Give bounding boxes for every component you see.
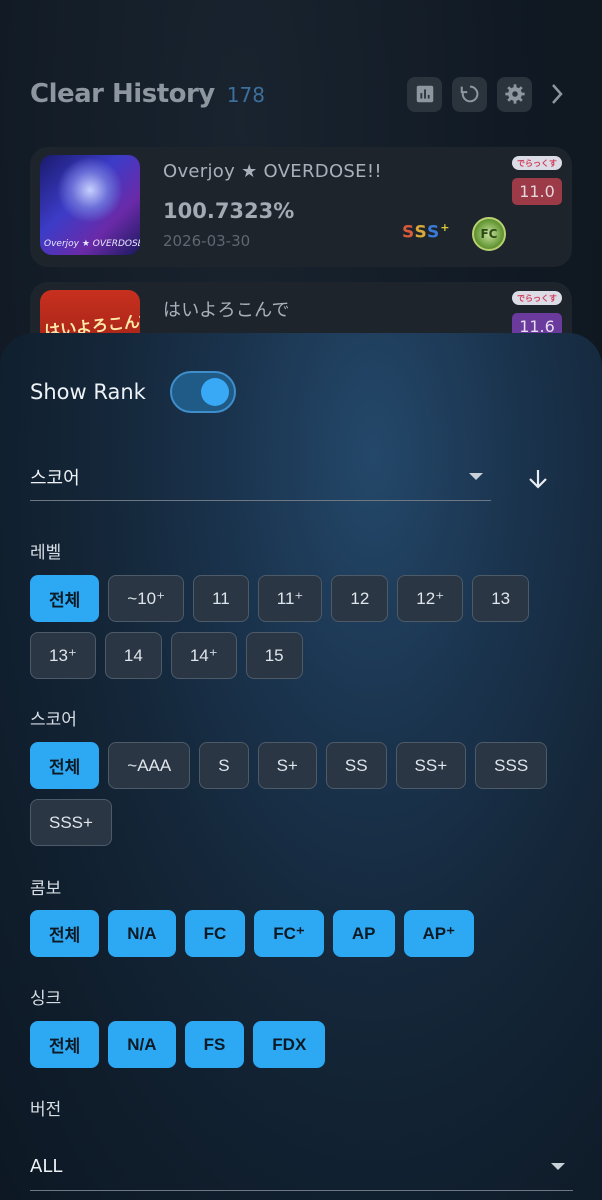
level-chip[interactable]: 12 [331, 575, 389, 622]
level-badge: 11.0 [512, 178, 562, 205]
sync-chip[interactable]: N/A [108, 1021, 176, 1068]
rank-badge-sss-plus: SSS+ [402, 221, 451, 243]
level-section-label: 레벨 [30, 543, 62, 563]
caret-down-icon [551, 1163, 565, 1170]
score-chip[interactable]: SS+ [395, 742, 467, 789]
level-chip[interactable]: 12⁺ [397, 575, 464, 622]
combo-chip[interactable]: AP [332, 910, 395, 957]
song-jacket: Overjoy ★ OVERDOSE!! [40, 155, 140, 255]
level-chip[interactable]: 14 [104, 632, 162, 679]
combo-section-label: 콤보 [30, 879, 62, 899]
level-chip[interactable]: 14⁺ [170, 632, 237, 679]
sync-chip[interactable]: FS [184, 1021, 245, 1068]
settings-button[interactable] [497, 76, 532, 112]
score-chip[interactable]: S+ [257, 742, 317, 789]
history-card[interactable]: Overjoy ★ OVERDOSE!! Overjoy ★ OVERDOSE!… [30, 147, 572, 267]
combo-chip[interactable]: FC [184, 910, 246, 957]
record-count: 178 [226, 83, 265, 107]
score-chip[interactable]: S [199, 742, 249, 789]
sort-direction-button[interactable] [520, 461, 556, 497]
level-chip[interactable]: 13 [472, 575, 530, 622]
sync-chip[interactable]: 전체 [30, 1021, 100, 1068]
chevron-right-icon [552, 84, 563, 104]
refresh-button[interactable] [452, 76, 487, 112]
header-actions [407, 76, 572, 112]
refresh-icon [460, 85, 478, 103]
score-chip[interactable]: ~AAA [108, 742, 191, 789]
app-header: Clear History 178 [30, 74, 572, 114]
level-chip[interactable]: 11 [193, 575, 249, 622]
level-chip-group: 전체 ~10⁺ 11 11⁺ 12 12⁺ 13 13⁺ 14 14⁺ 15 [30, 575, 575, 679]
level-chip[interactable]: 11⁺ [257, 575, 323, 622]
score-chip[interactable]: 전체 [30, 742, 100, 789]
combo-chip[interactable]: FC⁺ [254, 910, 324, 957]
filter-sheet: Show Rank 스코어 레벨 전체 ~10⁺ 11 11⁺ 12 12⁺ 13 13⁺ 14… [0, 333, 602, 1200]
version-select-value: ALL [30, 1156, 63, 1177]
song-title: Overjoy ★ OVERDOSE!! [163, 161, 382, 182]
score-section-label: 스코어 [30, 710, 77, 730]
song-score: 100.7323% [163, 199, 295, 223]
toggle-knob [200, 378, 229, 406]
next-button[interactable] [542, 77, 572, 112]
combo-chip-group: 전체 N/A FC FC⁺ AP AP⁺ [30, 910, 575, 957]
stats-icon [416, 85, 433, 103]
arrow-down-icon [529, 470, 547, 489]
score-chip[interactable]: SSS [475, 742, 548, 789]
play-date: 2026-03-30 [163, 232, 251, 250]
combo-chip[interactable]: N/A [108, 910, 176, 957]
level-chip[interactable]: 전체 [30, 575, 100, 622]
sort-select-value: 스코어 [30, 467, 80, 489]
fc-badge: FC [472, 217, 506, 251]
version-section-label: 버전 [30, 1100, 62, 1120]
level-chip[interactable]: ~10⁺ [108, 575, 185, 622]
score-chip[interactable]: SSS+ [30, 799, 112, 846]
stats-button[interactable] [407, 76, 442, 112]
version-select[interactable]: ALL [30, 1143, 573, 1191]
sync-chip[interactable]: FDX [253, 1021, 326, 1068]
caret-down-icon [469, 473, 483, 480]
score-chip[interactable]: SS [325, 742, 387, 789]
song-title: はいよろこんで [163, 300, 290, 321]
sync-chip-group: 전체 N/A FS FDX [30, 1021, 575, 1068]
deluxe-tag: でらっくす [512, 291, 562, 305]
combo-chip[interactable]: AP⁺ [403, 910, 475, 957]
score-chip-group: 전체 ~AAA S S+ SS SS+ SSS SSS+ [30, 742, 575, 846]
level-chip[interactable]: 15 [245, 632, 303, 679]
combo-chip[interactable]: 전체 [30, 910, 100, 957]
deluxe-tag: でらっくす [512, 156, 562, 170]
sort-select[interactable]: 스코어 [30, 453, 491, 501]
sync-section-label: 싱크 [30, 989, 62, 1009]
page-title: Clear History [30, 79, 215, 109]
show-rank-label: Show Rank [30, 380, 146, 404]
show-rank-toggle[interactable] [169, 371, 236, 413]
gear-icon [504, 84, 525, 104]
level-chip[interactable]: 13⁺ [30, 632, 96, 679]
show-rank-row: Show Rank [30, 369, 236, 415]
